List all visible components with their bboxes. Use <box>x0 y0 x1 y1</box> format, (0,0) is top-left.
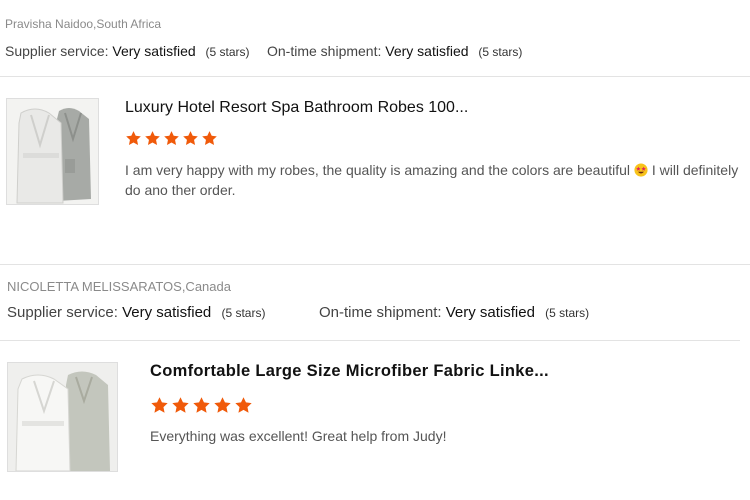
star-struck-emoji-icon <box>634 163 648 177</box>
shipment-stars: (5 stars) <box>478 45 523 59</box>
star-rating <box>150 396 253 415</box>
product-title-link[interactable]: Comfortable Large Size Microfiber Fabric… <box>150 362 549 381</box>
review-comment: Everything was excellent! Great help fro… <box>150 428 447 444</box>
star-icon <box>183 131 198 145</box>
star-icon <box>172 397 189 413</box>
star-icon <box>145 131 160 145</box>
supplier-service-stars: (5 stars) <box>205 45 250 59</box>
product-title-link[interactable]: Luxury Hotel Resort Spa Bathroom Robes 1… <box>125 99 468 117</box>
reviewer-name: NICOLETTA MELISSARATOS,Canada <box>7 279 231 294</box>
star-icon <box>202 131 217 145</box>
shipment-value: Very satisfied <box>445 304 535 321</box>
star-icon <box>126 131 141 145</box>
divider <box>0 76 750 77</box>
divider <box>0 340 740 341</box>
supplier-service-value: Very satisfied <box>122 304 212 321</box>
star-icon <box>235 397 252 413</box>
reviewer-name: Pravisha Naidoo,South Africa <box>5 17 162 31</box>
shipment-label: On-time shipment: <box>267 43 382 59</box>
shipment-value: Very satisfied <box>385 43 469 59</box>
shipment-group: On-time shipment: Very satisfied (5 star… <box>319 304 589 321</box>
ratings-line: Supplier service: Very satisfied (5 star… <box>5 43 745 59</box>
star-icon <box>164 131 179 145</box>
bathrobe-image <box>8 363 117 471</box>
star-rating <box>125 130 218 147</box>
shipment-label: On-time shipment: <box>319 304 442 321</box>
shipment-stars: (5 stars) <box>545 306 590 320</box>
star-icon <box>214 397 231 413</box>
comment-text: I am very happy with my robes, the quali… <box>125 162 631 178</box>
supplier-service-label: Supplier service: <box>5 43 109 59</box>
star-icon <box>151 397 168 413</box>
supplier-service-value: Very satisfied <box>112 43 196 59</box>
ratings-line: Supplier service: Very satisfied (5 star… <box>7 304 747 321</box>
bathrobe-image <box>7 99 98 204</box>
product-thumbnail[interactable] <box>7 362 118 472</box>
supplier-service-stars: (5 stars) <box>221 306 266 320</box>
product-thumbnail[interactable] <box>6 98 99 205</box>
review-comment: I am very happy with my robes, the quali… <box>125 160 745 200</box>
divider <box>0 264 750 265</box>
shipment-group: On-time shipment: Very satisfied (5 star… <box>267 43 522 59</box>
star-icon <box>193 397 210 413</box>
supplier-service-label: Supplier service: <box>7 304 118 321</box>
